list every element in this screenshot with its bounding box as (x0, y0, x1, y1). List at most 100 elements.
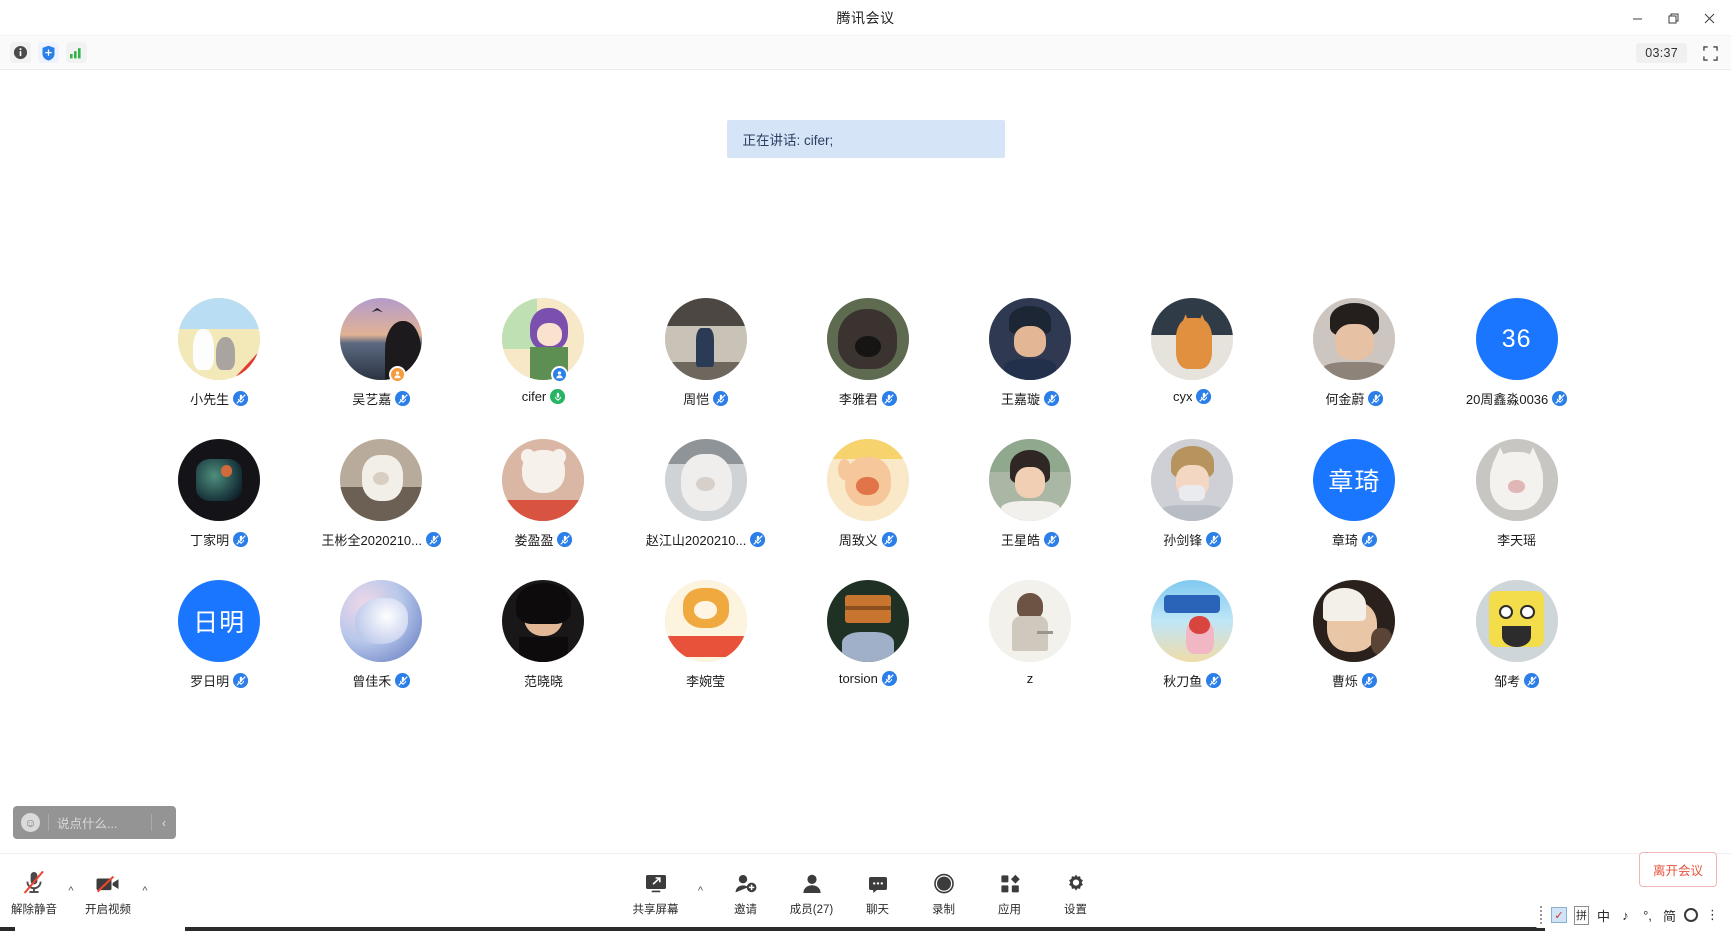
participant-tile[interactable]: 曹烁 (1273, 580, 1435, 721)
ime-chinese-item[interactable]: 中 (1596, 906, 1611, 925)
fullscreen-icon[interactable] (1699, 42, 1721, 64)
ime-drag-handle[interactable] (1540, 906, 1544, 924)
bottom-toolbar-left: 解除静音 ^ 开启视频 ^ (6, 866, 152, 919)
chat-label: 聊天 (866, 904, 889, 916)
settings-gear-label: 设置 (1064, 904, 1087, 916)
participant-tile[interactable]: 王彬全2020210... (300, 439, 462, 580)
emoji-icon[interactable]: ☺ (21, 813, 40, 832)
avatar (340, 439, 423, 521)
participant-name-row: 李雅君 (839, 389, 897, 408)
participant-name: 罗日明 (190, 674, 230, 689)
avatar-photo (826, 580, 909, 662)
chat-button[interactable]: 聊天 (850, 866, 906, 919)
participant-tile[interactable]: 娄盈盈 (462, 439, 624, 580)
avatar-photo (989, 298, 1072, 380)
participant-tile[interactable]: 何金蔚 (1273, 298, 1435, 439)
title-bar: 腾讯会议 (0, 0, 1731, 36)
share-screen-icon (643, 868, 669, 896)
video-options-chevron[interactable]: ^ (138, 885, 152, 919)
window-title: 腾讯会议 (836, 9, 895, 26)
meeting-stage: 正在讲话: cifer; 小先生 吴艺嘉 cifer 周恺 李雅君 王嘉璇 cyx 何金蔚 36… (0, 70, 1731, 853)
share-screen-options-chevron[interactable]: ^ (694, 885, 708, 919)
tencent-meeting-window: 腾讯会议 03:37 正在讲话: cifer; 小先生 吴艺嘉 cifer 周恺… (0, 0, 1731, 931)
participant-name-row: 娄盈盈 (514, 530, 573, 549)
network-signal-icon[interactable] (66, 42, 87, 63)
members-label: 成员(27) (789, 904, 834, 916)
settings-gear-button[interactable]: 设置 (1048, 866, 1104, 919)
participant-tile[interactable]: 王嘉璇 (949, 298, 1111, 439)
chat-pill-divider-2 (151, 814, 152, 831)
participant-tile[interactable]: 曾佳禾 (300, 580, 462, 721)
participant-tile[interactable]: 李天瑶 (1436, 439, 1598, 580)
participant-name: 周恺 (683, 392, 710, 407)
participant-tile[interactable]: 丁家明 (138, 439, 300, 580)
avatar-photo (989, 439, 1072, 521)
share-screen-button[interactable]: 共享屏幕 (628, 866, 684, 919)
ime-pinyin-item[interactable]: 拼 (1574, 905, 1589, 925)
ime-more-icon[interactable]: ⋮ (1705, 906, 1720, 925)
video-off-icon (94, 868, 122, 896)
participant-name: 范晓晓 (523, 674, 563, 689)
info-icon[interactable] (10, 42, 31, 63)
participant-tile[interactable]: cyx (1111, 298, 1273, 439)
participant-tile[interactable]: 赵江山2020210... (625, 439, 787, 580)
avatar-photo (664, 439, 747, 521)
minimize-button[interactable] (1619, 2, 1655, 34)
ime-gear-icon[interactable] (1684, 908, 1698, 922)
avatar (1475, 439, 1558, 521)
microphone-muted-icon (881, 391, 897, 406)
participant-tile[interactable]: 孙剑锋 (1111, 439, 1273, 580)
participant-tile[interactable]: 邹考 (1436, 580, 1598, 721)
avatar (826, 298, 909, 380)
participant-tile[interactable]: cifer (462, 298, 624, 439)
maximize-button[interactable] (1655, 2, 1691, 34)
avatar-wrapper (664, 580, 747, 662)
avatar-wrapper (1151, 580, 1234, 662)
participant-tile[interactable]: 李婉莹 (625, 580, 787, 721)
participant-tile[interactable]: 王星皓 (949, 439, 1111, 580)
avatar-wrapper: 日明 (178, 580, 261, 662)
close-button[interactable] (1691, 2, 1727, 34)
audio-options-chevron[interactable]: ^ (64, 885, 78, 919)
participant-tile[interactable]: 日明罗日明 (138, 580, 300, 721)
participant-name-row: 王嘉璇 (1001, 389, 1060, 408)
speaking-banner: 正在讲话: cifer; (726, 120, 1005, 158)
participant-tile[interactable]: 章琦 章琦 (1273, 439, 1435, 580)
participant-tile[interactable]: 李雅君 (787, 298, 949, 439)
participant-tile[interactable]: z (949, 580, 1111, 721)
avatar (178, 298, 261, 380)
ime-sound-item[interactable]: ♪ (1618, 906, 1633, 925)
leave-meeting-button[interactable]: 离开会议 (1638, 852, 1717, 887)
participant-name: 吴艺嘉 (352, 392, 392, 407)
security-shield-icon[interactable] (38, 42, 59, 63)
participant-name-row: 丁家明 (190, 530, 249, 549)
participant-tile[interactable]: 36 20周鑫淼0036 (1436, 298, 1598, 439)
ime-check-icon[interactable]: ✓ (1551, 907, 1567, 923)
chat-input-pill[interactable]: ☺ 说点什么... ‹ (13, 806, 176, 839)
chat-collapse-icon[interactable]: ‹ (160, 816, 168, 830)
participant-tile[interactable]: 小先生 (138, 298, 300, 439)
start-video-button[interactable]: 开启视频 (80, 866, 136, 919)
members-button[interactable]: 成员(27) (784, 866, 840, 919)
apps-button[interactable]: 应用 (982, 866, 1038, 919)
invite-icon (733, 868, 759, 896)
record-button[interactable]: 录制 (916, 866, 972, 919)
ime-punctuation-item[interactable]: °, (1640, 906, 1655, 925)
participant-tile[interactable]: 周恺 (625, 298, 787, 439)
participant-tile[interactable]: 周致义 (787, 439, 949, 580)
participant-name: 娄盈盈 (514, 533, 554, 548)
participant-tile[interactable]: 秋刀鱼 (1111, 580, 1273, 721)
participant-tile[interactable]: torsion (787, 580, 949, 721)
invite-button[interactable]: 邀请 (718, 866, 774, 919)
participant-tile[interactable]: 范晓晓 (462, 580, 624, 721)
ime-simplified-item[interactable]: 简 (1662, 906, 1677, 925)
avatar-wrapper (664, 439, 747, 521)
avatar-photo (340, 298, 423, 380)
share-screen-label: 共享屏幕 (632, 904, 679, 916)
unmute-button[interactable]: 解除静音 (6, 866, 62, 919)
chat-input-placeholder[interactable]: 说点什么... (57, 813, 143, 832)
participant-name: 李雅君 (838, 392, 878, 407)
avatar (826, 580, 909, 662)
participant-tile[interactable]: 吴艺嘉 (300, 298, 462, 439)
microphone-muted-icon (1206, 673, 1222, 688)
